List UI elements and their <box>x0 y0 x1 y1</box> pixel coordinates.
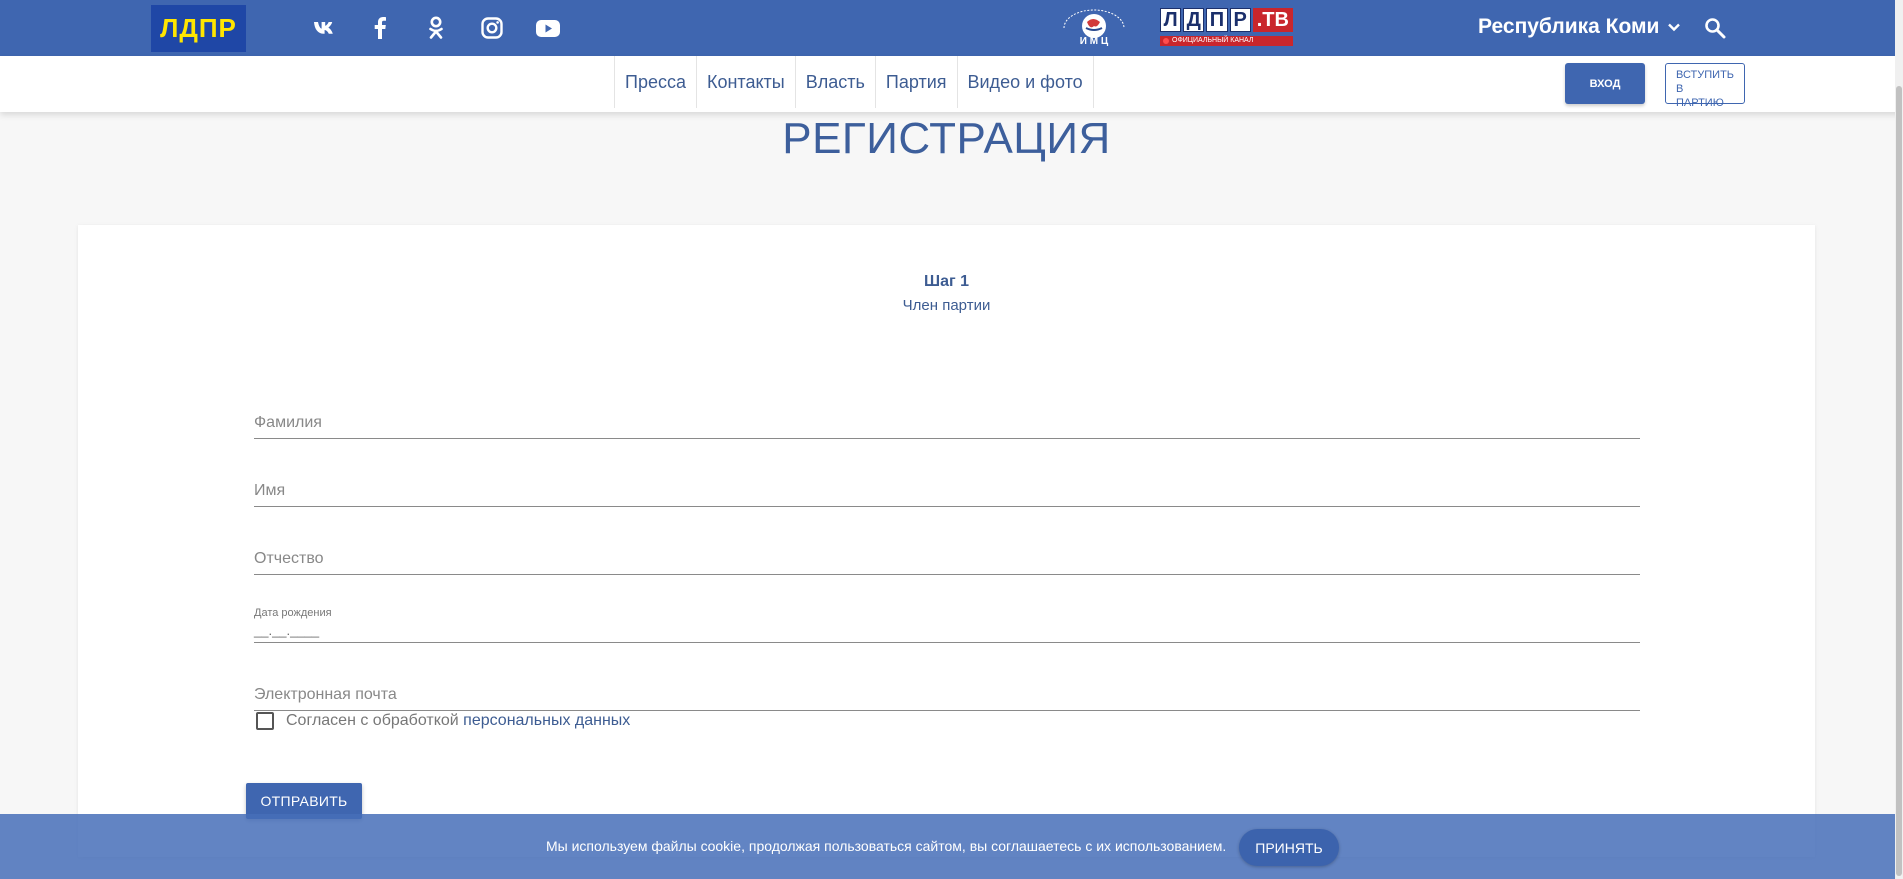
vk-icon[interactable] <box>310 14 338 42</box>
tv-letter: П <box>1206 8 1228 32</box>
first-name-input[interactable] <box>254 482 1640 500</box>
nav-menu: Пресса Контакты Власть Партия Видео и фо… <box>614 56 1094 108</box>
step-title: Шаг 1 <box>924 273 969 290</box>
nav-item-power[interactable]: Власть <box>796 56 876 108</box>
ldpr-logo[interactable]: ЛДПР <box>151 5 246 52</box>
imc-partner-logo[interactable]: И М Ц <box>1058 8 1130 48</box>
imc-partner-text: И М Ц <box>1079 36 1109 47</box>
ldpr-tv-logo[interactable]: Л Д П Р .ТВ ОФИЦИАЛЬНЫЙ КАНАЛ <box>1160 8 1293 48</box>
registration-form-card: Шаг 1 Член партии Дата рождения __.__.__… <box>78 225 1815 857</box>
top-header-bar: ЛДПР И М Ц Л Д П Р .ТВ ОФИЦИАЛЬНЫЙ КАНАЛ… <box>0 0 1903 56</box>
consent-row: Согласен с обработкой персональных данны… <box>256 712 630 730</box>
join-party-button[interactable]: ВСТУПИТЬ В ПАРТИЮ <box>1665 63 1745 109</box>
nav-item-party[interactable]: Партия <box>876 56 958 108</box>
personal-data-link[interactable]: персональных данных <box>463 712 630 729</box>
main-navbar: Пресса Контакты Власть Партия Видео и фо… <box>0 56 1903 112</box>
search-icon[interactable] <box>1704 17 1726 39</box>
email-input[interactable] <box>254 686 1640 704</box>
cookie-accept-button[interactable]: ПРИНЯТЬ <box>1239 829 1339 866</box>
consent-checkbox[interactable] <box>256 712 274 730</box>
cookie-text: Мы используем файлы cookie, продолжая по… <box>546 838 1227 854</box>
login-button[interactable]: ВХОД <box>1565 63 1645 104</box>
tv-suffix: .ТВ <box>1252 8 1293 32</box>
birth-date-label: Дата рождения <box>254 607 332 619</box>
consent-label: Согласен с обработкой персональных данны… <box>286 712 630 730</box>
nav-item-video-photo[interactable]: Видео и фото <box>958 56 1094 108</box>
tv-letter: Р <box>1229 8 1251 32</box>
email-field <box>254 671 1640 711</box>
tv-letter: Л <box>1160 8 1182 32</box>
chevron-down-icon <box>1668 23 1681 32</box>
page-title: РЕГИСТРАЦИЯ <box>782 114 1111 163</box>
consent-text: Согласен с обработкой <box>286 712 464 729</box>
social-links <box>310 14 590 42</box>
page-scrollbar[interactable] <box>1895 0 1903 879</box>
region-selector[interactable]: Республика Коми <box>1478 15 1681 39</box>
instagram-icon[interactable] <box>478 14 506 42</box>
scrollbar-thumb[interactable] <box>1896 86 1902 876</box>
tv-letter: Д <box>1183 8 1205 32</box>
region-label: Республика Коми <box>1478 15 1660 38</box>
step-subtitle: Член партии <box>902 297 991 314</box>
nav-item-contacts[interactable]: Контакты <box>697 56 796 108</box>
birth-date-field[interactable]: Дата рождения __.__.____ <box>254 557 1640 643</box>
birth-date-input[interactable]: __.__.____ <box>254 623 319 638</box>
tv-tagline: ОФИЦИАЛЬНЫЙ КАНАЛ <box>1160 36 1293 46</box>
last-name-field <box>254 399 1640 439</box>
youtube-icon[interactable] <box>534 14 562 42</box>
cookie-banner: Мы используем файлы cookie, продолжая по… <box>0 814 1895 879</box>
first-name-field <box>254 467 1640 507</box>
nav-item-press[interactable]: Пресса <box>615 56 697 108</box>
odnoklassniki-icon[interactable] <box>422 14 450 42</box>
last-name-input[interactable] <box>254 414 1640 432</box>
facebook-icon[interactable] <box>366 14 394 42</box>
